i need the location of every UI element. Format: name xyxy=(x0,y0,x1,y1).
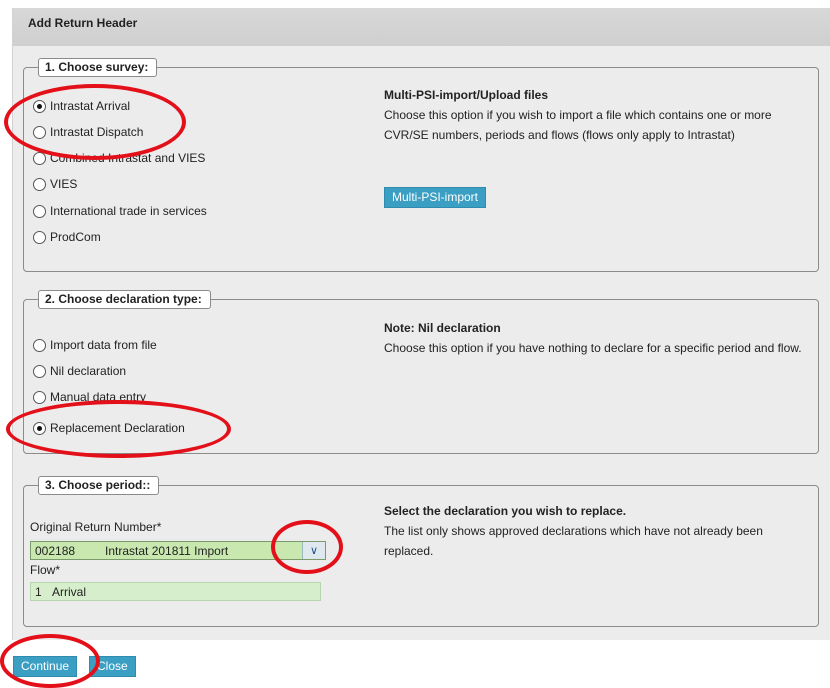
radio-intrastat-arrival[interactable]: Intrastat Arrival xyxy=(33,98,130,114)
original-return-number-label: Original Return Number* xyxy=(30,520,162,534)
radio-button-icon[interactable] xyxy=(33,230,46,244)
close-button[interactable]: Close xyxy=(89,656,136,677)
radio-button-icon[interactable] xyxy=(33,364,46,378)
period-info-title: Select the declaration you wish to repla… xyxy=(384,504,627,518)
radio-button-icon[interactable] xyxy=(33,390,46,404)
chevron-down-icon[interactable]: ∨ xyxy=(302,542,325,559)
radio-button-icon[interactable] xyxy=(33,177,46,191)
radio-button-icon[interactable] xyxy=(33,338,46,352)
radio-label: Replacement Declaration xyxy=(50,421,185,435)
flow-text: Arrival xyxy=(52,584,87,599)
period-legend: 3. Choose period:: xyxy=(38,476,160,495)
declaration-info-title: Note: Nil declaration xyxy=(384,321,501,335)
radio-button-icon[interactable] xyxy=(33,125,46,139)
survey-section: 1. Choose survey: Intrastat Arrival Intr… xyxy=(23,58,819,272)
flow-label: Flow* xyxy=(30,563,61,577)
radio-label: Import data from file xyxy=(50,338,157,352)
radio-international-trade-services[interactable]: International trade in services xyxy=(33,203,207,219)
radio-manual-data-entry[interactable]: Manual data entry xyxy=(33,389,146,405)
survey-info-text: Choose this option if you wish to import… xyxy=(384,108,772,142)
survey-info: Multi-PSI-import/Upload files Choose thi… xyxy=(384,85,804,145)
radio-label: Manual data entry xyxy=(50,390,147,404)
radio-nil-declaration[interactable]: Nil declaration xyxy=(33,363,126,379)
radio-label: International trade in services xyxy=(50,204,207,218)
radio-label: Intrastat Dispatch xyxy=(50,125,144,139)
radio-label: ProdCom xyxy=(50,230,101,244)
radio-prodcom[interactable]: ProdCom xyxy=(33,229,101,245)
survey-legend: 1. Choose survey: xyxy=(38,58,158,77)
radio-button-icon[interactable] xyxy=(33,421,46,435)
radio-vies[interactable]: VIES xyxy=(33,176,77,192)
continue-button[interactable]: Continue xyxy=(13,656,78,677)
multi-psi-import-button[interactable]: Multi-PSI-import xyxy=(384,187,487,208)
flow-code: 1 xyxy=(35,584,42,599)
declaration-section: 2. Choose declaration type: Import data … xyxy=(23,290,819,454)
radio-label: VIES xyxy=(50,177,78,191)
radio-label: Intrastat Arrival xyxy=(50,99,131,113)
add-return-header-panel: Add Return Header 1. Choose survey: Intr… xyxy=(12,8,830,640)
return-text: Intrastat 201811 Import xyxy=(105,543,229,558)
radio-intrastat-dispatch[interactable]: Intrastat Dispatch xyxy=(33,124,143,140)
radio-combined-intrastat-vies[interactable]: Combined Intrastat and VIES xyxy=(33,150,205,166)
radio-replacement-declaration[interactable]: Replacement Declaration xyxy=(33,420,185,436)
radio-button-icon[interactable] xyxy=(33,99,46,113)
radio-import-data-from-file[interactable]: Import data from file xyxy=(33,337,157,353)
original-return-number-select[interactable]: 002188 Intrastat 201811 Import ∨ xyxy=(30,541,326,560)
survey-info-title: Multi-PSI-import/Upload files xyxy=(384,88,548,102)
radio-button-icon[interactable] xyxy=(33,204,46,218)
period-section: 3. Choose period:: Original Return Numbe… xyxy=(23,476,819,627)
period-info: Select the declaration you wish to repla… xyxy=(384,501,804,561)
declaration-info: Note: Nil declaration Choose this option… xyxy=(384,318,804,358)
radio-button-icon[interactable] xyxy=(33,151,46,165)
return-code: 002188 xyxy=(35,543,76,558)
radio-label: Combined Intrastat and VIES xyxy=(50,151,206,165)
declaration-info-text: Choose this option if you have nothing t… xyxy=(384,341,802,355)
flow-field: 1 Arrival xyxy=(30,582,321,601)
declaration-legend: 2. Choose declaration type: xyxy=(38,290,211,309)
period-info-text: The list only shows approved declaration… xyxy=(384,524,763,558)
panel-title: Add Return Header xyxy=(13,8,830,46)
radio-label: Nil declaration xyxy=(50,364,127,378)
